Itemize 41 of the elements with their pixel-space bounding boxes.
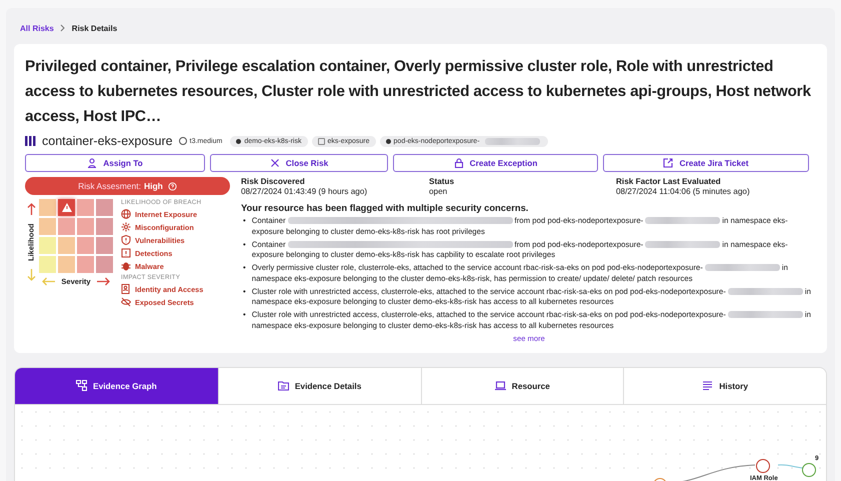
shield-icon xyxy=(121,235,131,245)
folder-icon xyxy=(278,380,289,391)
right-arrow-icon xyxy=(96,277,110,286)
fact-label: Status xyxy=(429,177,456,186)
list-icon xyxy=(702,380,714,391)
risk-assessment-bar[interactable]: Risk Assesment: High xyxy=(25,177,230,195)
left-arrow-icon xyxy=(42,277,56,286)
eye-off-icon xyxy=(121,297,131,307)
alert-icon xyxy=(121,248,131,258)
diagram-icon xyxy=(76,380,87,391)
id-icon xyxy=(121,284,131,294)
risk-title: Privileged container, Privilege escalation container, Overly permissive cluster role, Role with unrestricted access to kubernetes resources, Cluster role with unrestricted access to kubernetes api-groups, Host network access, Host IPC… xyxy=(25,57,812,127)
breadcrumb-current: Risk Details xyxy=(72,24,118,32)
person-icon xyxy=(87,158,98,168)
action-button[interactable]: Close Risk xyxy=(210,154,388,172)
graph-node-icon[interactable] xyxy=(756,458,770,472)
graph-node-icon[interactable] xyxy=(802,462,816,476)
fact-value: 08/27/2024 11:04:06 (5 minutes ago) xyxy=(616,187,751,196)
tab[interactable]: Evidence Graph xyxy=(15,368,218,404)
laptop-icon xyxy=(494,380,506,391)
fact-label: Risk Discovered xyxy=(241,177,306,186)
resource-name: container-eks-exposure xyxy=(42,134,173,148)
warning-icon xyxy=(62,203,72,212)
down-arrow-icon xyxy=(26,269,36,281)
findings-heading: Your resource has been flagged with multiple security concerns. xyxy=(241,202,530,213)
fact-value: 08/27/2024 01:43:49 (9 hours ago) xyxy=(241,187,368,196)
close-icon xyxy=(270,158,280,168)
lock-icon xyxy=(454,158,464,168)
bug-icon xyxy=(121,261,131,271)
globe-icon xyxy=(121,209,131,219)
fact-value: open xyxy=(429,187,448,196)
action-button[interactable]: Assign To xyxy=(25,154,205,172)
bars-icon xyxy=(25,136,36,146)
action-button[interactable]: Create Exception xyxy=(393,154,598,172)
external-link-icon xyxy=(663,158,674,168)
action-button[interactable]: Create Jira Ticket xyxy=(603,154,809,172)
breadcrumb-link[interactable]: All Risks xyxy=(20,24,54,32)
fact-label: Risk Factor Last Evaluated xyxy=(616,177,722,186)
tab[interactable]: History xyxy=(623,368,826,404)
up-arrow-icon xyxy=(26,203,36,215)
chevron-icon xyxy=(60,24,66,32)
